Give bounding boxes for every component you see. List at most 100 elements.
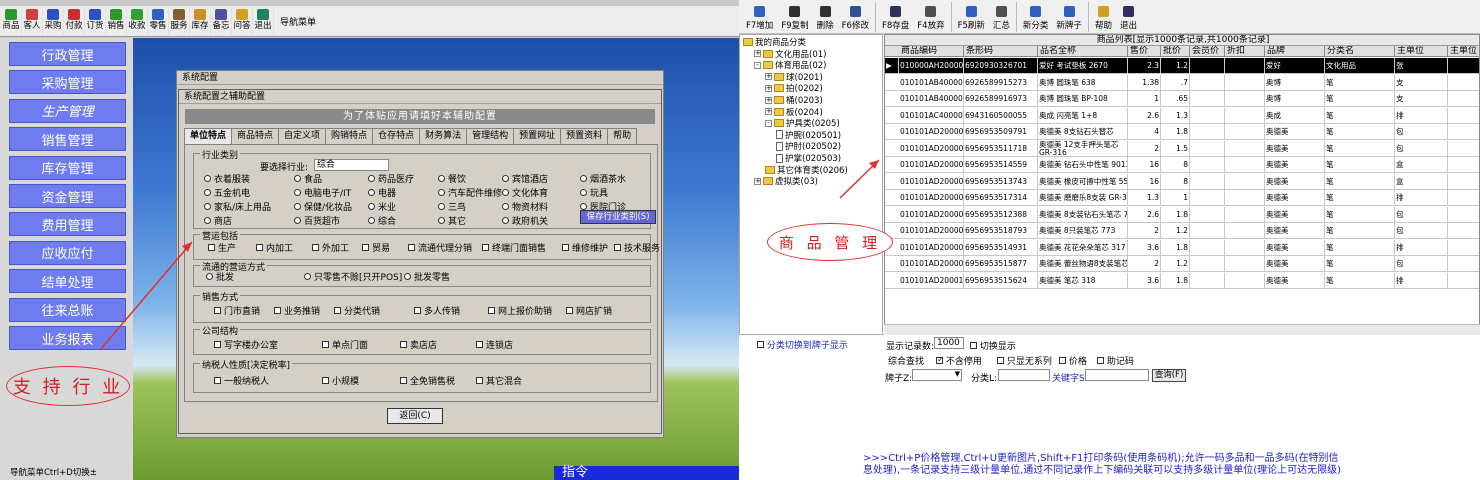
right-toolbar-button-10[interactable]: 帮助: [1091, 0, 1116, 33]
industry-radio[interactable]: 衣着服装: [204, 172, 250, 185]
right-toolbar-button-1[interactable]: F9复制: [777, 0, 812, 33]
toolbar-button-1[interactable]: 客人: [22, 6, 43, 36]
price-checkbox[interactable]: 价格: [1059, 354, 1087, 367]
option-checkbox[interactable]: 连锁店: [476, 338, 513, 351]
right-toolbar-button-4[interactable]: F8存盘: [878, 0, 913, 33]
brand-select[interactable]: ▼: [912, 369, 962, 381]
option-radio[interactable]: 批发: [206, 270, 234, 283]
industry-radio[interactable]: 汽车配件维修: [438, 186, 502, 199]
option-checkbox[interactable]: 网店扩销: [566, 304, 612, 317]
sidebar-item-6[interactable]: 费用管理: [9, 212, 126, 237]
tab-0[interactable]: 单位特点: [184, 128, 233, 145]
sidebar-item-9[interactable]: 往来总账: [9, 297, 126, 322]
table-row[interactable]: 010101AB400001 6926589915273 奥博 圆珠笔 638 1.3…: [885, 74, 1479, 91]
keyword-input[interactable]: [1085, 369, 1149, 381]
industry-radio[interactable]: 综合: [368, 214, 396, 227]
expand-icon[interactable]: +: [765, 108, 772, 116]
expand-icon[interactable]: +: [765, 84, 772, 92]
expand-icon[interactable]: +: [754, 177, 761, 185]
right-toolbar-button-3[interactable]: F6修改: [838, 0, 873, 33]
sidebar-item-4[interactable]: 库存管理: [9, 155, 126, 180]
tab-6[interactable]: 管理结构: [466, 128, 515, 144]
save-industry-button[interactable]: 保存行业类别(S): [580, 210, 656, 224]
sidebar-item-3[interactable]: 销售管理: [9, 127, 126, 152]
column-header[interactable]: 售价: [1128, 46, 1161, 57]
column-header[interactable]: 会员价: [1190, 46, 1225, 57]
right-toolbar-button-2[interactable]: 删除: [813, 0, 838, 33]
column-header[interactable]: 品牌: [1265, 46, 1325, 57]
tree-node[interactable]: - 护具类(0205): [765, 117, 840, 129]
category-input[interactable]: [998, 369, 1050, 381]
industry-input[interactable]: 综合: [314, 159, 389, 171]
toolbar-button-5[interactable]: 销售: [106, 6, 127, 36]
tree-node[interactable]: - 体育用品(02): [754, 59, 826, 71]
only-no-series-checkbox[interactable]: 只显无系列: [997, 354, 1052, 367]
option-checkbox[interactable]: 单点门面: [322, 338, 368, 351]
column-header[interactable]: 品名全称: [1038, 46, 1128, 57]
option-checkbox[interactable]: 分类代销: [334, 304, 380, 317]
toolbar-button-7[interactable]: 零售: [148, 6, 169, 36]
option-checkbox[interactable]: 外加工: [312, 241, 349, 254]
right-toolbar-button-5[interactable]: F4放弃: [913, 0, 948, 33]
right-toolbar-button-8[interactable]: 新分类: [1019, 0, 1053, 33]
query-button[interactable]: 查询(F): [1152, 369, 1186, 382]
option-radio[interactable]: 批发零售: [404, 270, 450, 283]
expand-icon[interactable]: +: [765, 96, 772, 104]
mnemonic-checkbox[interactable]: 助记码: [1097, 354, 1134, 367]
table-row[interactable]: 010101AD200010 6956953515624 奥德美 笔芯 318 3.6…: [885, 272, 1479, 289]
include-disabled-checkbox[interactable]: ✓ 不含停用: [936, 354, 982, 367]
option-checkbox[interactable]: 终端门面销售: [482, 241, 546, 254]
right-toolbar-button-7[interactable]: 汇总: [989, 0, 1014, 33]
industry-radio[interactable]: 保健/化妆品: [294, 200, 352, 213]
tree-node[interactable]: + 球(0201): [765, 71, 823, 83]
command-box[interactable]: 指令: [554, 466, 739, 480]
toolbar-button-12[interactable]: 退出: [253, 6, 274, 36]
sidebar-item-5[interactable]: 资金管理: [9, 184, 126, 208]
table-row[interactable]: 010101AD200001 6956953509791 奥德美 8支钻石头替芯 4 1…: [885, 124, 1479, 140]
column-header[interactable]: 批价: [1161, 46, 1190, 57]
switch-display-checkbox[interactable]: 切换显示: [970, 339, 1016, 352]
option-checkbox[interactable]: 维修维护: [562, 241, 608, 254]
option-checkbox[interactable]: 网上报价助销: [488, 304, 552, 317]
expand-icon[interactable]: +: [754, 50, 761, 58]
toolbar-button-3[interactable]: 付款: [64, 6, 85, 36]
table-row[interactable]: 010101AD200003 6956953514559 奥德美 钻石头中性笔 90…: [885, 157, 1479, 173]
industry-radio[interactable]: 玩具: [580, 186, 608, 199]
tree-node[interactable]: + 板(0204): [765, 106, 823, 118]
column-header[interactable]: 分类名: [1325, 46, 1395, 57]
tab-1[interactable]: 商品特点: [231, 128, 280, 144]
industry-radio[interactable]: 家私/床上用品: [204, 200, 271, 213]
show-records-input[interactable]: 1000: [934, 337, 964, 349]
toolbar-button-10[interactable]: 备忘: [211, 6, 232, 36]
toolbar-button-6[interactable]: 收款: [127, 6, 148, 36]
tree-node[interactable]: 护掌(020503): [776, 152, 841, 164]
toolbar-button-8[interactable]: 服务: [169, 6, 190, 36]
option-checkbox[interactable]: 一般纳税人: [214, 374, 269, 387]
right-toolbar-button-9[interactable]: 新牌子: [1052, 0, 1086, 33]
table-row[interactable]: 010101AD200004 6956953513743 奥德美 橡皮可擦中性笔 5…: [885, 173, 1479, 190]
industry-radio[interactable]: 药品医疗: [368, 172, 414, 185]
industry-radio[interactable]: 烟酒茶水: [580, 172, 626, 185]
tree-node[interactable]: + 拍(0202): [765, 82, 823, 94]
industry-radio[interactable]: 餐饮: [438, 172, 466, 185]
industry-radio[interactable]: 三鸟: [438, 200, 466, 213]
toolbar-button-2[interactable]: 采购: [43, 6, 64, 36]
tab-8[interactable]: 预置资料: [560, 128, 609, 144]
sidebar-item-7[interactable]: 应收应付: [9, 240, 126, 265]
industry-radio[interactable]: 食品: [294, 172, 322, 185]
table-row[interactable]: 010101AD200006 6956953512388 奥德美 8支装钻石头笔芯 …: [885, 206, 1479, 223]
collapse-icon[interactable]: -: [754, 61, 761, 69]
industry-radio[interactable]: 政府机关: [502, 214, 548, 227]
grid-horizontal-scrollbar[interactable]: [884, 324, 1480, 335]
table-row[interactable]: 010101AD200009 6956953515877 奥德美 蕾丝物语8支装笔芯…: [885, 256, 1479, 272]
table-row[interactable]: ▶ 010000AH200001 6920930326701 爱好 考试垫板 2670…: [885, 58, 1479, 74]
column-header[interactable]: 商品编码: [899, 46, 964, 57]
expand-icon[interactable]: +: [765, 73, 772, 81]
industry-radio[interactable]: 米业: [368, 200, 396, 213]
nav-menu-tab[interactable]: 导航菜单: [274, 6, 316, 36]
tree-node[interactable]: + 桶(0203): [765, 94, 823, 106]
industry-radio[interactable]: 五金机电: [204, 186, 250, 199]
table-row[interactable]: 010101AD200005 6956953517314 奥德美 磨磨乐8支装 GR…: [885, 190, 1479, 206]
industry-radio[interactable]: 宾馆酒店: [502, 172, 548, 185]
option-radio[interactable]: 只零售不赊[只开POS]: [304, 270, 402, 283]
